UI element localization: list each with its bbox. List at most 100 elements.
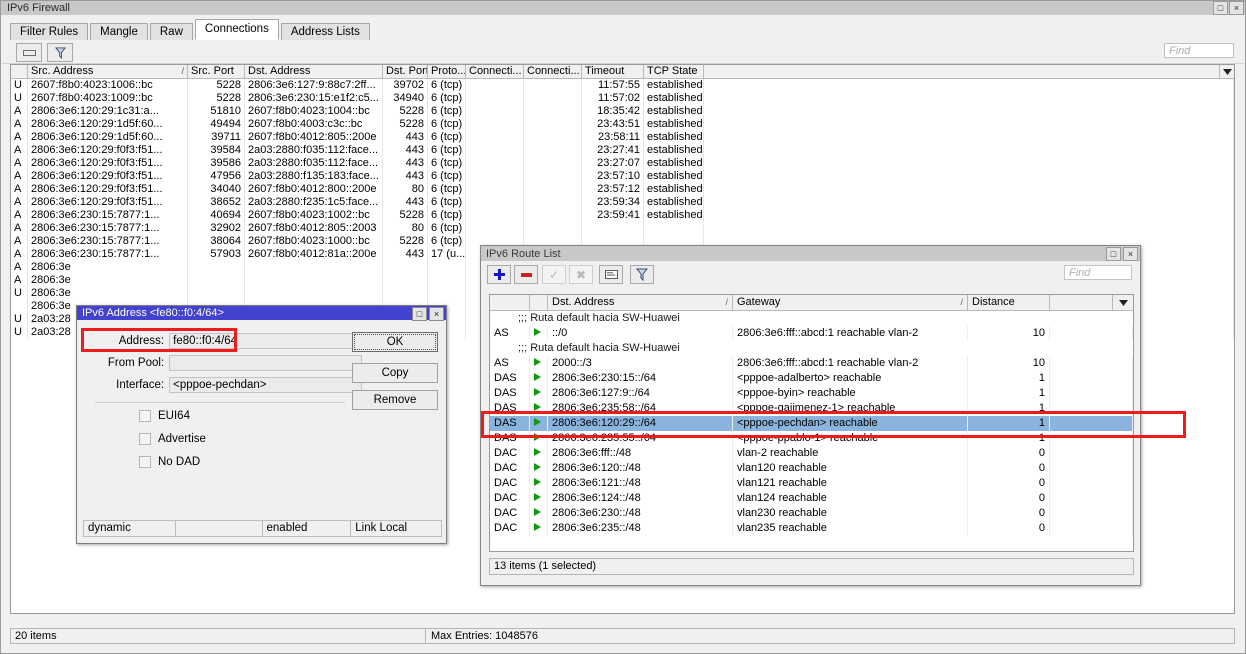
column-timeout[interactable]: Timeout xyxy=(582,65,644,78)
remove-button[interactable]: Remove xyxy=(352,390,438,410)
cell-dst: 2a03:2880:f135:183:face... xyxy=(245,170,383,183)
column-dst-address[interactable]: Dst. Address xyxy=(245,65,383,78)
cell-sport xyxy=(188,274,245,287)
route-column-dst-address[interactable]: Dst. Address / xyxy=(548,295,733,310)
eui64-checkbox[interactable] xyxy=(139,410,151,422)
interface-input[interactable]: <pppoe-pechdan> xyxy=(169,377,362,393)
table-row[interactable]: DAC2806:3e6:121::/48vlan121 reachable0 xyxy=(490,476,1133,491)
table-row[interactable]: U2607:f8b0:4023:1006::bc52282806:3e6:127… xyxy=(11,79,1234,92)
route-active-arrow-icon xyxy=(530,506,548,521)
cell-dst: 2607:f8b0:4003:c3c::bc xyxy=(245,118,383,131)
cell-distance: 10 xyxy=(968,326,1050,341)
route-column-gateway[interactable]: Gateway / xyxy=(733,295,968,310)
table-row[interactable]: A2806:3e6:120:29:f0f3:f51...395842a03:28… xyxy=(11,144,1234,157)
table-row[interactable]: DAC2806:3e6:230::/48vlan230 reachable0 xyxy=(490,506,1133,521)
tab-connections[interactable]: Connections xyxy=(195,19,279,40)
cell-distance: 1 xyxy=(968,371,1050,386)
table-row[interactable]: DAC2806:3e6:124::/48vlan124 reachable0 xyxy=(490,491,1133,506)
cell-dst-address: 2806:3e6:120:29::/64 xyxy=(548,416,733,431)
table-row[interactable]: A2806:3e6:120:29:f0f3:f51...395862a03:28… xyxy=(11,157,1234,170)
ok-button[interactable]: OK xyxy=(352,332,438,352)
disable-route-button[interactable]: ✖ xyxy=(569,265,593,284)
table-row[interactable]: AS2000::/32806:3e6:fff::abcd:1 reachable… xyxy=(490,356,1133,371)
cell-dport: 443 xyxy=(383,196,428,209)
firewall-item-count: 20 items xyxy=(11,630,425,642)
chevron-down-icon[interactable] xyxy=(1113,295,1133,310)
table-row[interactable]: A2806:3e6:120:29:f0f3:f51...386522a03:28… xyxy=(11,196,1234,209)
cell-proto xyxy=(428,274,466,287)
advertise-checkbox-row[interactable]: Advertise xyxy=(139,433,206,445)
table-row[interactable]: AS::/02806:3e6:fff::abcd:1 reachable vla… xyxy=(490,326,1133,341)
table-row[interactable]: A2806:3e6:230:15:7877:1...329022607:f8b0… xyxy=(11,222,1234,235)
table-row[interactable]: A2806:3e6:120:29:1c31:a...518102607:f8b0… xyxy=(11,105,1234,118)
table-row[interactable]: DAS2806:3e6:120:29::/64<pppoe-pechdan> r… xyxy=(490,416,1133,431)
cell-dst-address: 2806:3e6:127:9::/64 xyxy=(548,386,733,401)
route-column-flags[interactable] xyxy=(490,295,530,310)
cell-spacer xyxy=(1050,356,1133,371)
tab-address-lists[interactable]: Address Lists xyxy=(281,23,370,40)
firewall-find-input[interactable]: Find xyxy=(1164,43,1234,58)
no-dad-checkbox[interactable] xyxy=(139,456,151,468)
filter-route-button[interactable] xyxy=(630,265,654,284)
table-row[interactable]: DAS2806:3e6:235:55::/64<pppoe-ppablo-1> … xyxy=(490,431,1133,446)
advertise-checkbox[interactable] xyxy=(139,433,151,445)
address-input[interactable]: fe80::f0:4/64 xyxy=(169,333,362,349)
maximize-icon[interactable]: □ xyxy=(412,307,427,321)
route-find-input[interactable]: Find xyxy=(1064,265,1132,280)
route-comment-row[interactable]: ;;; Ruta default hacia SW-Huawei xyxy=(490,311,1133,326)
table-row[interactable]: DAS2806:3e6:127:9::/64<pppoe-byin> reach… xyxy=(490,386,1133,401)
cell-dport: 443 xyxy=(383,170,428,183)
table-row[interactable]: A2806:3e6:120:29:f0f3:f51...340402607:f8… xyxy=(11,183,1234,196)
close-icon[interactable]: × xyxy=(1123,247,1138,261)
column-flags[interactable] xyxy=(11,65,28,78)
table-row[interactable]: A2806:3e6:230:15:7877:1...406942607:f8b0… xyxy=(11,209,1234,222)
filter-button[interactable] xyxy=(47,43,73,62)
comment-route-button[interactable] xyxy=(599,265,623,284)
remove-route-button[interactable] xyxy=(514,265,538,284)
column-protocol[interactable]: Proto... xyxy=(428,65,466,78)
cell-c2 xyxy=(524,209,582,222)
table-row[interactable]: A2806:3e6:120:29:1d5f:60...494942607:f8b… xyxy=(11,118,1234,131)
chevron-down-icon[interactable] xyxy=(1219,65,1234,78)
cell-gateway: <pppoe-ppablo-1> reachable xyxy=(733,431,968,446)
tab-raw[interactable]: Raw xyxy=(150,23,193,40)
table-row[interactable]: DAC2806:3e6:fff::/48vlan-2 reachable0 xyxy=(490,446,1133,461)
cell-timeout: 23:27:41 xyxy=(582,144,644,157)
cell-distance: 10 xyxy=(968,356,1050,371)
column-src-port[interactable]: Src. Port xyxy=(188,65,245,78)
cell-c2 xyxy=(524,118,582,131)
plus-icon xyxy=(494,269,505,280)
tab-filter-rules[interactable]: Filter Rules xyxy=(10,23,88,40)
column-dst-port[interactable]: Dst. Port xyxy=(383,65,428,78)
enable-route-button[interactable]: ✓ xyxy=(542,265,566,284)
column-tcp-state[interactable]: TCP State xyxy=(644,65,704,78)
no-dad-checkbox-row[interactable]: No DAD xyxy=(139,456,200,468)
table-row[interactable]: DAS2806:3e6:235:58::/64<pppoe-gajimenez-… xyxy=(490,401,1133,416)
table-row[interactable]: A2806:3e6:120:29:f0f3:f51...479562a03:28… xyxy=(11,170,1234,183)
add-route-button[interactable] xyxy=(487,265,511,284)
route-status-bar: 13 items (1 selected) xyxy=(489,558,1134,575)
cell-gateway: vlan121 reachable xyxy=(733,476,968,491)
column-connection-2[interactable]: Connecti... xyxy=(524,65,582,78)
column-src-address[interactable]: Src. Address / xyxy=(28,65,188,78)
cell-spacer xyxy=(1050,446,1133,461)
close-icon[interactable]: × xyxy=(1229,1,1244,15)
cell-dst: 2607:f8b0:4012:805::200e xyxy=(245,131,383,144)
copy-button[interactable]: Copy xyxy=(352,363,438,383)
tab-mangle[interactable]: Mangle xyxy=(90,23,148,40)
table-row[interactable]: U2607:f8b0:4023:1009::bc52282806:3e6:230… xyxy=(11,92,1234,105)
cell-src: 2806:3e6:230:15:7877:1... xyxy=(28,235,188,248)
maximize-icon[interactable]: □ xyxy=(1106,247,1121,261)
route-column-distance[interactable]: Distance xyxy=(968,295,1050,310)
close-icon[interactable]: × xyxy=(429,307,444,321)
table-row[interactable]: DAC2806:3e6:120::/48vlan120 reachable0 xyxy=(490,461,1133,476)
from-pool-input[interactable] xyxy=(169,355,362,371)
route-comment-row[interactable]: ;;; Ruta default hacia SW-Huawei xyxy=(490,341,1133,356)
table-row[interactable]: DAS2806:3e6:230:15::/64<pppoe-adalberto>… xyxy=(490,371,1133,386)
column-connection-1[interactable]: Connecti... xyxy=(466,65,524,78)
table-row[interactable]: A2806:3e6:120:29:1d5f:60...397112607:f8b… xyxy=(11,131,1234,144)
eui64-checkbox-row[interactable]: EUI64 xyxy=(139,410,190,422)
remove-connection-button[interactable] xyxy=(16,43,42,62)
maximize-icon[interactable]: □ xyxy=(1213,1,1228,15)
table-row[interactable]: DAC2806:3e6:235::/48vlan235 reachable0 xyxy=(490,521,1133,536)
